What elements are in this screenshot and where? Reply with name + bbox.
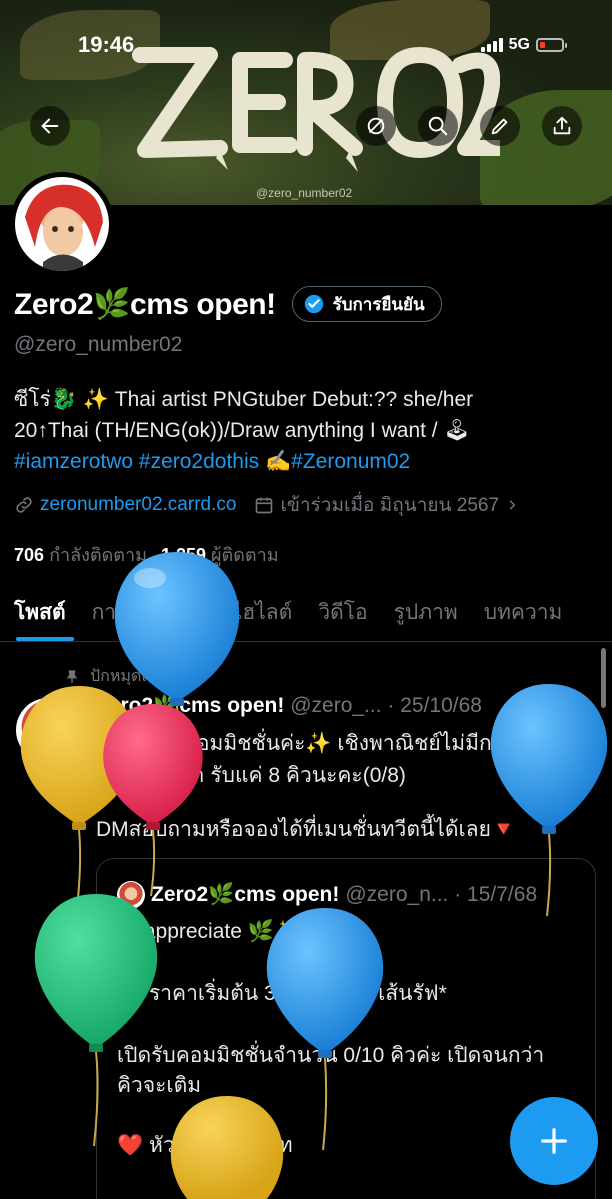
post-handle-date: @zero_... · 25/10/68 [290,694,482,717]
signal-icon [480,38,503,52]
arrow-left-icon [41,118,59,134]
profile-bio: ซีโร่🐉 ✨ Thai artist PNGtuber Debut:?? s… [14,384,604,477]
profile-meta: zeronumber02.carrd.co เข้าร่วมเมื่อ มิถุ… [14,490,519,520]
following-count: 706 [14,545,45,565]
battery-icon [536,38,567,52]
hashtag-link[interactable]: #zero2dothis [139,450,259,473]
search-icon [428,116,448,136]
get-verified-button[interactable]: รับการยืนยัน [291,286,442,322]
tab-articles[interactable]: บทความ [470,584,575,641]
joined-date: เข้าร่วมเมื่อ มิถุนายน 2567 [280,495,500,516]
grok-button[interactable] [356,106,396,146]
balloon-green [34,894,158,1147]
status-indicators: 5G [480,36,567,54]
profile-handle: @zero_number02 [14,333,183,356]
hashtag-link[interactable]: #Zeronum02 [291,450,410,473]
link-icon [16,497,32,513]
grok-icon [367,117,385,135]
website-link[interactable]: zeronumber02.carrd.co [40,494,236,516]
calendar-icon [256,497,273,514]
share-icon [553,116,571,135]
profile-tabs: โพสต์ การตอบกลับ ไฮไลต์ วิดีโอ รูปภาพ บท… [0,584,612,642]
status-time: 19:46 [78,32,135,57]
bio-line: ซีโร่🐉 ✨ Thai artist PNGtuber Debut:?? s… [14,388,474,411]
get-verified-label: รับการยืนยัน [332,294,425,314]
tab-photos[interactable]: รูปภาพ [380,584,470,641]
plus-icon [541,1128,567,1154]
chevron-right-icon [509,500,516,510]
compose-button[interactable] [510,1097,598,1185]
balloon-yellow [170,1096,284,1199]
search-button[interactable] [418,106,458,146]
edit-button[interactable] [480,106,520,146]
bio-line: 20↑Thai (TH/ENG(ok))/Draw anything I wan… [14,419,471,442]
tab-posts[interactable]: โพสต์ [0,584,78,641]
avatar-image [15,177,109,271]
joined-item[interactable]: เข้าร่วมเมื่อ มิถุนายน 2567 [254,490,519,520]
display-name: Zero2🌿cms open! [14,287,276,321]
status-bar: 19:46 5G [0,28,612,64]
hashtag-link[interactable]: #iamzerotwo [14,450,133,473]
pencil-icon [491,118,508,135]
back-button[interactable] [30,106,70,146]
network-label: 5G [508,36,530,53]
bio-emoji: ✍️ [265,450,292,473]
tab-videos[interactable]: วิดีโอ [304,584,379,641]
verified-badge-icon [304,294,323,314]
balloon-blue [490,684,608,917]
banner-watermark: @zero_number02 [256,186,353,200]
balloon-red [103,704,203,897]
share-button[interactable] [542,106,582,146]
profile-avatar[interactable] [10,172,114,276]
website-item[interactable]: zeronumber02.carrd.co [14,494,236,516]
profile-name-row: Zero2🌿cms open! รับการยืนยัน [14,286,442,322]
